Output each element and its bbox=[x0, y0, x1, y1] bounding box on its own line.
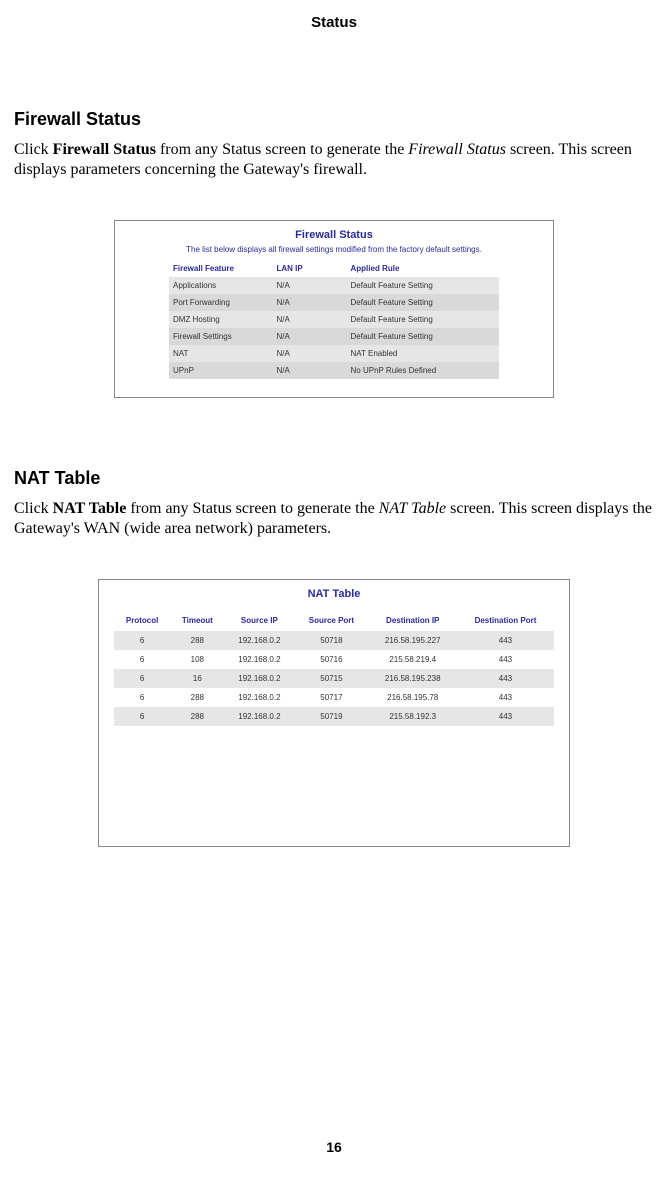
section-body-nat: Click NAT Table from any Status screen t… bbox=[14, 499, 654, 539]
table-header-row: Firewall Feature LAN IP Applied Rule bbox=[169, 262, 499, 277]
cell: 192.168.0.2 bbox=[224, 631, 294, 650]
table-header: Destination Port bbox=[457, 610, 554, 631]
para-text: Click bbox=[14, 500, 53, 517]
cell: N/A bbox=[273, 362, 347, 379]
table-header: Source IP bbox=[224, 610, 294, 631]
cell: 192.168.0.2 bbox=[224, 688, 294, 707]
cell: No UPnP Rules Defined bbox=[347, 362, 500, 379]
page-number: 16 bbox=[0, 1139, 668, 1155]
para-bold: Firewall Status bbox=[53, 141, 156, 158]
cell: 216.58.195.227 bbox=[369, 631, 457, 650]
cell: 6 bbox=[114, 707, 170, 726]
table-row: ApplicationsN/ADefault Feature Setting bbox=[169, 277, 499, 294]
cell: Default Feature Setting bbox=[347, 311, 500, 328]
table-header: Timeout bbox=[170, 610, 224, 631]
para-italic: NAT Table bbox=[379, 500, 446, 517]
cell: Port Forwarding bbox=[169, 294, 273, 311]
table-row: 6288192.168.0.250717216.58.195.78443 bbox=[114, 688, 554, 707]
figure-firewall-status: Firewall Status The list below displays … bbox=[114, 220, 554, 398]
cell: 50718 bbox=[294, 631, 368, 650]
cell: 288 bbox=[170, 631, 224, 650]
table-header-row: Protocol Timeout Source IP Source Port D… bbox=[114, 610, 554, 631]
cell: 215.58.219.4 bbox=[369, 650, 457, 669]
table-header: Firewall Feature bbox=[169, 262, 273, 277]
cell: Applications bbox=[169, 277, 273, 294]
section-body-firewall: Click Firewall Status from any Status sc… bbox=[14, 140, 654, 180]
cell: 50719 bbox=[294, 707, 368, 726]
figure-description: The list below displays all firewall set… bbox=[115, 245, 553, 254]
table-header: Destination IP bbox=[369, 610, 457, 631]
cell: 216.58.195.238 bbox=[369, 669, 457, 688]
table-row: 616192.168.0.250715216.58.195.238443 bbox=[114, 669, 554, 688]
table-header: Source Port bbox=[294, 610, 368, 631]
cell: Default Feature Setting bbox=[347, 294, 500, 311]
cell: 443 bbox=[457, 688, 554, 707]
para-text: from any Status screen to generate the bbox=[156, 141, 408, 158]
cell: 288 bbox=[170, 688, 224, 707]
cell: 192.168.0.2 bbox=[224, 650, 294, 669]
cell: Firewall Settings bbox=[169, 328, 273, 345]
cell: 6 bbox=[114, 650, 170, 669]
cell: 50717 bbox=[294, 688, 368, 707]
cell: 16 bbox=[170, 669, 224, 688]
cell: 443 bbox=[457, 669, 554, 688]
cell: N/A bbox=[273, 328, 347, 345]
section-heading-firewall: Firewall Status bbox=[14, 109, 654, 130]
table-header: Protocol bbox=[114, 610, 170, 631]
table-header: Applied Rule bbox=[347, 262, 500, 277]
cell: N/A bbox=[273, 277, 347, 294]
cell: 108 bbox=[170, 650, 224, 669]
cell: 443 bbox=[457, 650, 554, 669]
cell: 192.168.0.2 bbox=[224, 669, 294, 688]
cell: 443 bbox=[457, 631, 554, 650]
cell: 216.58.195.78 bbox=[369, 688, 457, 707]
table-row: Firewall SettingsN/ADefault Feature Sett… bbox=[169, 328, 499, 345]
cell: Default Feature Setting bbox=[347, 277, 500, 294]
cell: 288 bbox=[170, 707, 224, 726]
para-text: from any Status screen to generate the bbox=[126, 500, 378, 517]
cell: UPnP bbox=[169, 362, 273, 379]
para-text: Click bbox=[14, 141, 53, 158]
table-row: 6288192.168.0.250718216.58.195.227443 bbox=[114, 631, 554, 650]
cell: 6 bbox=[114, 669, 170, 688]
table-header: LAN IP bbox=[273, 262, 347, 277]
cell: N/A bbox=[273, 345, 347, 362]
cell: 215.58.192.3 bbox=[369, 707, 457, 726]
cell: 50715 bbox=[294, 669, 368, 688]
table-row: DMZ HostingN/ADefault Feature Setting bbox=[169, 311, 499, 328]
cell: NAT Enabled bbox=[347, 345, 500, 362]
para-bold: NAT Table bbox=[53, 500, 127, 517]
cell: 443 bbox=[457, 707, 554, 726]
table-row: Port ForwardingN/ADefault Feature Settin… bbox=[169, 294, 499, 311]
cell: DMZ Hosting bbox=[169, 311, 273, 328]
cell: N/A bbox=[273, 294, 347, 311]
cell: 192.168.0.2 bbox=[224, 707, 294, 726]
table-row: 6108192.168.0.250716215.58.219.4443 bbox=[114, 650, 554, 669]
section-heading-nat: NAT Table bbox=[14, 468, 654, 489]
nat-table: Protocol Timeout Source IP Source Port D… bbox=[114, 610, 554, 726]
cell: 6 bbox=[114, 631, 170, 650]
cell: NAT bbox=[169, 345, 273, 362]
figure-title: NAT Table bbox=[99, 588, 569, 600]
table-row: UPnPN/ANo UPnP Rules Defined bbox=[169, 362, 499, 379]
figure-title: Firewall Status bbox=[115, 229, 553, 241]
figure-nat-table: NAT Table Protocol Timeout Source IP Sou… bbox=[98, 579, 570, 847]
cell: Default Feature Setting bbox=[347, 328, 500, 345]
cell: 6 bbox=[114, 688, 170, 707]
table-row: NATN/ANAT Enabled bbox=[169, 345, 499, 362]
cell: 50716 bbox=[294, 650, 368, 669]
cell: N/A bbox=[273, 311, 347, 328]
para-italic: Firewall Status bbox=[408, 141, 506, 158]
page-header: Status bbox=[14, 14, 654, 31]
table-row: 6288192.168.0.250719215.58.192.3443 bbox=[114, 707, 554, 726]
firewall-table: Firewall Feature LAN IP Applied Rule App… bbox=[169, 262, 499, 379]
